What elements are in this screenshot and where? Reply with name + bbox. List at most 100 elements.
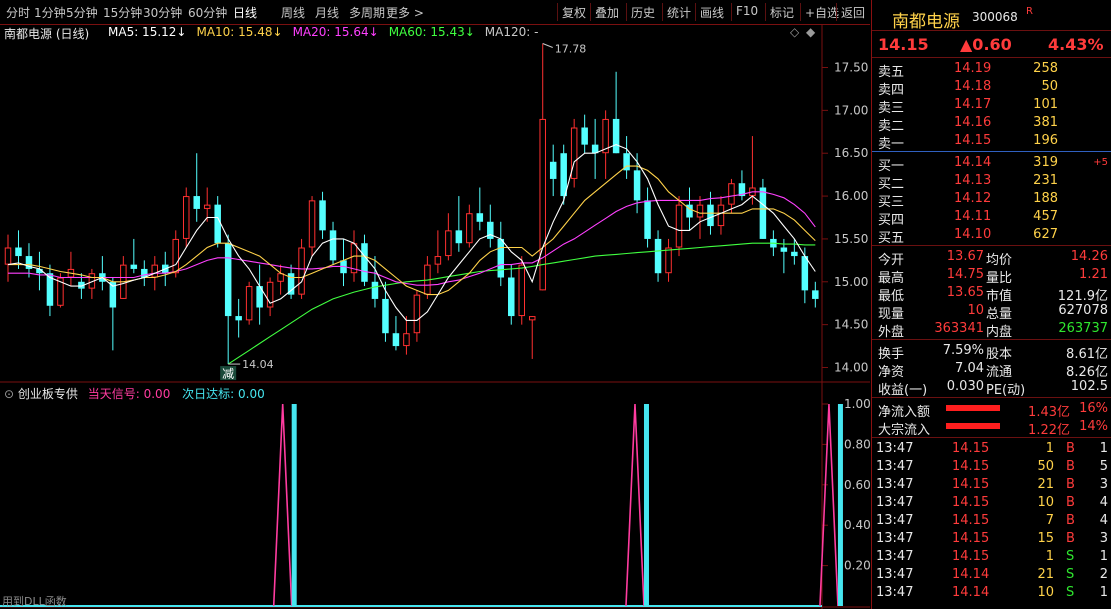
stat-label: 外盘 [878,325,905,340]
chart-area[interactable]: 17.50 17.00 16.50 16.00 15.50 15.00 14.50 14.00… [0,24,870,609]
max-price-label: 17.78 [555,43,587,56]
candle-body [277,273,284,282]
candle-body [203,204,211,209]
trade-time: 13:47 [876,495,914,510]
candle-body [581,127,588,145]
ma-label: MA60: 15.43↓ [388,25,475,39]
ask-row[interactable]: 卖一 14.15 196 [872,132,1111,152]
bid-row[interactable]: 买二 14.13 231 [872,172,1111,192]
toolbar-button[interactable]: 历史 [631,4,655,21]
toolbar-button[interactable]: 返回 [841,4,865,21]
trade-side: S [1066,585,1075,600]
bid-row[interactable]: 买三 14.12 188 [872,190,1111,210]
trade-row: 13:47 14.14 10 S 1 [872,584,1111,602]
sig2-value: 0.00 [238,387,265,401]
toolbar-button[interactable]: 画线 [700,4,724,21]
ma20-line [8,191,816,286]
ask-row[interactable]: 卖二 14.16 381 [872,114,1111,134]
divider [872,397,1111,398]
price-tick-label: 17.00 [834,103,868,117]
period-tab[interactable]: 5分钟 [66,4,98,21]
toolbar-separator [731,3,732,21]
bid-row[interactable]: 买四 14.11 457 [872,208,1111,228]
period-tab[interactable]: 60分钟 [188,4,227,21]
bid-row[interactable]: 买一 14.14 319 +5 [872,154,1111,174]
ask-price: 14.19 [954,61,992,76]
toolbar-button[interactable]: 统计 [667,4,691,21]
trade-time: 13:47 [876,513,914,528]
candle-body [130,264,138,269]
trade-count: 4 [1099,513,1108,528]
divider [872,339,1111,340]
flow-pct: 14% [1079,419,1108,434]
trade-row: 13:47 14.15 1 B 1 [872,440,1111,458]
toolbar-separator [626,3,627,21]
collapse-diamond-icon[interactable]: ◆ [806,25,815,39]
ask-volume: 381 [1033,115,1058,130]
price-row: 14.15 ▲0.60 4.43% [872,34,1111,54]
trade-time: 13:47 [876,441,914,456]
expand-diamond-icon[interactable]: ◇ [790,25,799,39]
stat-label: 内盘 [986,325,1013,340]
period-tab[interactable]: 15分钟 [103,4,142,21]
sell-signal-mark: 减 [222,367,234,381]
trade-side: S [1066,567,1075,582]
target-bar [837,404,843,606]
candle-body [759,187,767,239]
candle-body [654,238,662,274]
period-tab[interactable]: 30分钟 [143,4,182,21]
toolbar-separator [765,3,766,21]
stock-header: 南都电源 300068 R [872,6,1111,32]
candle-body [319,200,326,231]
period-tab[interactable]: 更多 > [386,4,424,21]
candle-body [382,298,389,334]
fund-value: 7.59% [942,343,984,358]
period-tab[interactable]: 日线 [233,4,257,21]
trade-count: 5 [1099,459,1108,474]
toolbar-button[interactable]: 标记 [770,4,794,21]
trade-side: B [1066,531,1075,546]
ask-row[interactable]: 卖五 14.19 258 [872,60,1111,80]
toolbar-button[interactable]: 复权 [562,4,586,21]
trade-price: 14.15 [952,477,990,492]
indicator-tick-label: 1.00 [844,397,870,411]
stat-value: 263737 [1058,321,1108,336]
kline-chart-svg[interactable]: 17.50 17.00 16.50 16.00 15.50 15.00 14.50 14.00… [0,24,870,609]
trade-row: 13:47 14.15 1 S 1 [872,548,1111,566]
ask-row[interactable]: 卖四 14.18 50 [872,78,1111,98]
stat-value: 1.21 [1079,267,1108,282]
r-badge: R [1026,6,1033,17]
divider [872,245,1111,246]
candle-body [224,243,232,317]
stats-row: 外盘 363341 内盘 263737 [872,320,1111,340]
period-tab[interactable]: 1分钟 [34,4,66,21]
fund-row: 净资 7.04 流通 8.26亿 [872,360,1111,380]
trade-volume: 7 [1045,513,1054,528]
bid-change: +5 [1093,157,1108,168]
stat-value: 363341 [934,321,984,336]
candle-body [487,221,494,239]
sig1-value: 0.00 [143,387,171,401]
toolbar-button[interactable]: +自选 [805,4,839,21]
toolbar-button[interactable]: 叠加 [595,4,619,21]
period-tab[interactable]: 分时 [6,4,30,21]
toolbar-separator [662,3,663,21]
indicator-circle-icon: ⊙ [4,387,15,401]
period-tab[interactable]: 多周期 [349,4,385,21]
candle-body [413,294,421,334]
ask-row[interactable]: 卖三 14.17 101 [872,96,1111,116]
bid-volume: 319 [1033,155,1058,170]
min-price-label: 14.04 [242,358,274,371]
signal-spike [625,403,645,607]
trade-time: 13:47 [876,585,914,600]
ma-label: MA20: 15.64↓ [292,25,379,39]
candle-body [528,316,536,321]
bid-row[interactable]: 买五 14.10 627 [872,226,1111,246]
trade-time: 13:47 [876,477,914,492]
period-tab[interactable]: 周线 [281,4,305,21]
toolbar-button[interactable]: F10 [736,4,758,18]
candle-body [717,204,725,227]
trade-side: B [1066,477,1075,492]
trade-row: 13:47 14.15 7 B 4 [872,512,1111,530]
period-tab[interactable]: 月线 [315,4,339,21]
